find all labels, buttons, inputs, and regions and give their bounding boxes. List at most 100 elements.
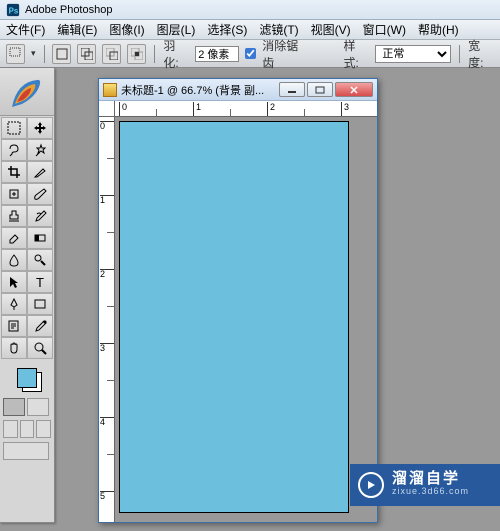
stamp-tool[interactable]	[1, 205, 27, 227]
color-swatches[interactable]	[0, 360, 54, 396]
width-label: 宽度:	[468, 37, 494, 71]
screen-mode-1-button[interactable]	[3, 420, 18, 438]
separator	[44, 45, 45, 63]
jump-row	[0, 440, 54, 462]
menu-select[interactable]: 选择(S)	[207, 21, 247, 38]
subtract-selection-icon[interactable]	[102, 44, 121, 64]
add-selection-icon[interactable]	[77, 44, 96, 64]
ruler-v-tick: 4	[100, 417, 114, 427]
edit-mode-row	[0, 396, 54, 418]
ruler-h-minor	[230, 109, 231, 117]
canvas[interactable]	[119, 121, 349, 513]
menu-window[interactable]: 窗口(W)	[363, 21, 406, 38]
options-bar: ▾ 羽化: 消除锯齿 样式: 正常 宽度:	[0, 40, 500, 68]
shape-tool[interactable]	[27, 293, 53, 315]
screen-mode-2-button[interactable]	[20, 420, 35, 438]
document-icon	[103, 83, 117, 97]
pen-tool[interactable]	[1, 293, 27, 315]
dropdown-arrow-icon[interactable]: ▾	[31, 48, 36, 59]
feather-input[interactable]	[195, 46, 239, 62]
vertical-ruler[interactable]: 0 1 2 3 4 5	[99, 117, 115, 522]
history-brush-tool[interactable]	[27, 205, 53, 227]
document-titlebar[interactable]: 未标题-1 @ 66.7% (背景 副...	[99, 79, 377, 101]
svg-text:T: T	[36, 275, 44, 289]
foreground-swatch[interactable]	[17, 368, 37, 388]
menu-file[interactable]: 文件(F)	[6, 21, 45, 38]
ruler-v-tick: 5	[100, 491, 114, 501]
wand-tool[interactable]	[27, 139, 53, 161]
ruler-v-minor	[107, 232, 115, 233]
feather-label: 羽化:	[163, 37, 189, 71]
separator	[154, 45, 155, 63]
minimize-button[interactable]	[279, 82, 305, 97]
ruler-h-tick: 2	[267, 102, 275, 116]
new-selection-icon[interactable]	[52, 44, 71, 64]
ruler-v-minor	[107, 380, 115, 381]
style-label: 样式:	[344, 37, 370, 71]
crop-tool[interactable]	[1, 161, 27, 183]
watermark-play-icon	[358, 472, 384, 498]
horizontal-ruler[interactable]: 0 1 2 3	[115, 101, 377, 117]
style-select[interactable]: 正常	[375, 45, 451, 63]
canvas-area[interactable]	[115, 117, 377, 522]
path-select-tool[interactable]	[1, 271, 27, 293]
svg-text:Ps: Ps	[9, 6, 19, 15]
ruler-v-tick: 0	[100, 121, 114, 131]
ruler-v-minor	[107, 158, 115, 159]
tools-header-icon	[0, 68, 54, 116]
ruler-h-tick: 0	[119, 102, 127, 116]
screen-mode-row	[0, 418, 54, 440]
app-titlebar: Ps Adobe Photoshop	[0, 0, 500, 20]
document-window: 未标题-1 @ 66.7% (背景 副... 0 1 2 3 0 1 2 3 4	[98, 78, 378, 523]
quickmask-mode-button[interactable]	[27, 398, 49, 416]
blur-tool[interactable]	[1, 249, 27, 271]
menu-view[interactable]: 视图(V)	[311, 21, 351, 38]
menu-filter[interactable]: 滤镜(T)	[259, 21, 298, 38]
ruler-h-tick: 1	[193, 102, 201, 116]
watermark-url: zixue.3d66.com	[392, 485, 469, 498]
eraser-tool[interactable]	[1, 227, 27, 249]
menubar: 文件(F) 编辑(E) 图像(I) 图层(L) 选择(S) 滤镜(T) 视图(V…	[0, 20, 500, 40]
intersect-selection-icon[interactable]	[127, 44, 146, 64]
app-title: Adobe Photoshop	[25, 4, 112, 16]
brush-tool[interactable]	[27, 183, 53, 205]
eyedropper-tool[interactable]	[27, 315, 53, 337]
document-body: 0 1 2 3 0 1 2 3 4 5	[99, 101, 377, 522]
ruler-h-minor	[304, 109, 305, 117]
ruler-v-tick: 1	[100, 195, 114, 205]
heal-tool[interactable]	[1, 183, 27, 205]
slice-tool[interactable]	[27, 161, 53, 183]
menu-image[interactable]: 图像(I)	[109, 21, 144, 38]
type-tool[interactable]: T	[27, 271, 53, 293]
watermark-brand: 溜溜自学	[392, 472, 469, 485]
tools-panel: T	[0, 68, 55, 523]
ruler-v-tick: 2	[100, 269, 114, 279]
close-button[interactable]	[335, 82, 373, 97]
document-title: 未标题-1 @ 66.7% (背景 副...	[121, 82, 275, 98]
maximize-button[interactable]	[307, 82, 333, 97]
menu-help[interactable]: 帮助(H)	[418, 21, 459, 38]
photoshop-logo-icon: Ps	[6, 3, 20, 17]
lasso-tool[interactable]	[1, 139, 27, 161]
jump-to-button[interactable]	[3, 442, 49, 460]
watermark-badge: 溜溜自学 zixue.3d66.com	[350, 464, 500, 506]
notes-tool[interactable]	[1, 315, 27, 337]
standard-mode-button[interactable]	[3, 398, 25, 416]
antialias-checkbox[interactable]	[245, 48, 256, 59]
gradient-tool[interactable]	[27, 227, 53, 249]
tools-grid: T	[0, 116, 54, 360]
zoom-tool[interactable]	[27, 337, 53, 359]
ruler-v-minor	[107, 306, 115, 307]
ruler-h-minor	[156, 109, 157, 117]
ruler-corner	[99, 101, 115, 117]
tool-preset-icon[interactable]	[6, 44, 25, 64]
move-tool[interactable]	[27, 117, 53, 139]
menu-layer[interactable]: 图层(L)	[157, 21, 196, 38]
hand-tool[interactable]	[1, 337, 27, 359]
screen-mode-3-button[interactable]	[36, 420, 51, 438]
dodge-tool[interactable]	[27, 249, 53, 271]
watermark-text: 溜溜自学 zixue.3d66.com	[392, 472, 469, 498]
menu-edit[interactable]: 编辑(E)	[57, 21, 97, 38]
marquee-tool[interactable]	[1, 117, 27, 139]
window-buttons	[279, 82, 373, 97]
